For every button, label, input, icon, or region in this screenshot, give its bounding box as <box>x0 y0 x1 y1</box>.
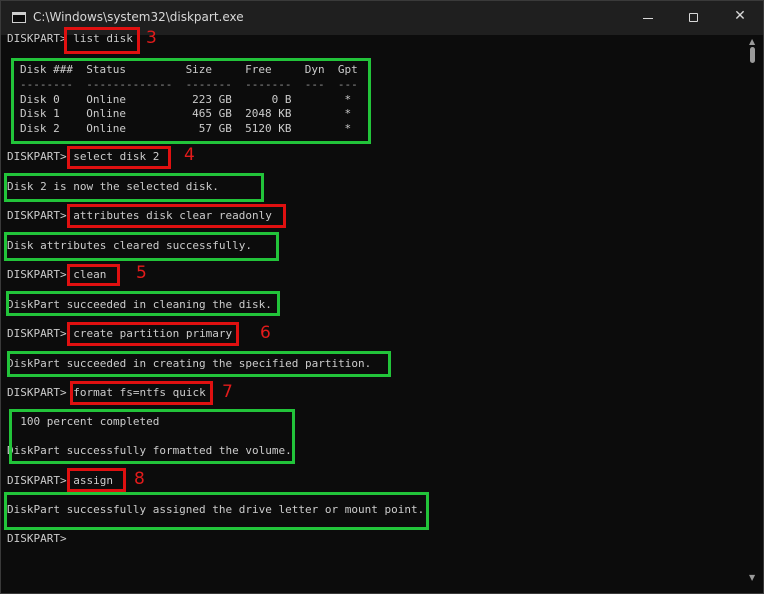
vertical-scrollbar[interactable]: ▲ ▼ <box>746 35 760 589</box>
command-highlight-box <box>70 381 213 405</box>
step-number: 8 <box>134 469 145 489</box>
output-highlight-box <box>6 291 280 316</box>
final-prompt[interactable]: DISKPART> <box>7 532 73 546</box>
minimize-button[interactable] <box>625 1 671 35</box>
maximize-icon <box>689 13 698 22</box>
step-number: 7 <box>222 382 233 402</box>
step-number: 6 <box>260 323 271 343</box>
command-highlight-box <box>67 146 171 169</box>
step-number: 4 <box>184 145 195 165</box>
scroll-thumb[interactable] <box>750 47 755 63</box>
output-highlight-box <box>4 173 264 202</box>
prompt: DISKPART> <box>7 327 74 340</box>
command-highlight-box <box>67 468 126 492</box>
command-highlight-box <box>67 264 120 286</box>
output-highlight-box <box>4 232 279 261</box>
console-app-icon <box>12 12 26 23</box>
maximize-button[interactable] <box>671 1 717 35</box>
prompt: DISKPART> <box>7 268 74 281</box>
output-highlight-box <box>4 492 429 530</box>
step-number: 5 <box>136 263 147 283</box>
step-number: 3 <box>146 28 157 48</box>
output-highlight-box <box>11 58 371 144</box>
command-highlight-box <box>64 27 140 54</box>
prompt: DISKPART> <box>7 150 74 163</box>
close-button[interactable]: ✕ <box>717 1 763 35</box>
prompt: DISKPART> <box>7 474 74 487</box>
close-icon: ✕ <box>734 8 746 24</box>
scroll-down-icon[interactable]: ▼ <box>749 573 755 582</box>
scroll-up-icon[interactable]: ▲ <box>749 37 755 46</box>
window-title: C:\Windows\system32\diskpart.exe <box>33 10 244 24</box>
minimize-icon <box>643 18 653 19</box>
prompt: DISKPART> <box>7 386 74 399</box>
diskpart-window: C:\Windows\system32\diskpart.exe ✕ ▲ ▼ D… <box>0 0 764 594</box>
command-highlight-box <box>67 322 239 346</box>
output-highlight-box <box>7 351 391 377</box>
output-highlight-box <box>9 409 295 464</box>
prompt: DISKPART> <box>7 209 74 222</box>
command-highlight-box <box>67 204 286 228</box>
